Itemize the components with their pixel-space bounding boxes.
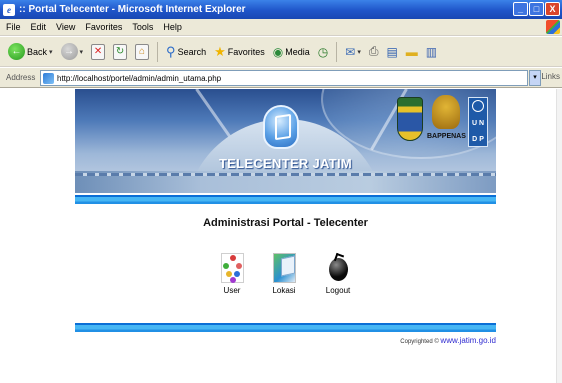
address-dropdown-button[interactable]: ▾ <box>529 70 541 86</box>
address-label: Address <box>6 73 36 82</box>
undp-letter: N <box>479 120 485 127</box>
menu-tools[interactable]: Tools <box>132 22 153 32</box>
menu-favorites[interactable]: Favorites <box>85 22 122 32</box>
chevron-down-icon: ▾ <box>79 48 84 56</box>
forward-button[interactable]: → ▾ <box>59 41 86 63</box>
toolbar-divider <box>336 41 338 62</box>
media-label: Media <box>285 46 310 57</box>
chevron-down-icon: ▾ <box>357 48 361 56</box>
favorites-label: Favorites <box>227 46 265 57</box>
favorites-button[interactable]: ★ Favorites <box>212 41 267 63</box>
printer-icon: ⎙ <box>368 44 379 58</box>
minimize-button[interactable]: _ <box>513 2 528 16</box>
forward-arrow-icon: → <box>60 43 78 60</box>
window-title: :: Portal Telecenter - Microsoft Interne… <box>19 4 246 15</box>
location-icon <box>272 253 296 283</box>
logout-menu-link[interactable]: Logout <box>320 253 356 295</box>
page-icon <box>43 72 54 84</box>
maximize-button[interactable]: □ <box>529 2 544 16</box>
window-titlebar: e :: Portal Telecenter - Microsoft Inter… <box>0 0 562 19</box>
close-button[interactable]: X <box>545 2 560 16</box>
address-input[interactable]: http://localhost/portel/admin/admin_utam… <box>40 70 528 86</box>
chevron-down-icon: ▾ <box>49 48 53 56</box>
history-button[interactable]: ◷ <box>316 41 330 63</box>
edit-button[interactable]: ▤ <box>384 41 399 63</box>
garuda-emblem-icon <box>432 95 460 129</box>
search-label: Search <box>177 46 207 57</box>
vertical-scrollbar[interactable] <box>556 89 562 383</box>
address-bar: Address http://localhost/portel/admin/ad… <box>0 68 562 88</box>
copyright-text: Copyrighted © <box>400 339 439 345</box>
bappenas-label: BAPPENAS <box>427 133 466 140</box>
research-icon: ▥ <box>425 44 438 59</box>
mail-icon: ✉ <box>345 44 356 59</box>
star-icon: ★ <box>214 43 226 59</box>
search-button[interactable]: ⚲ Search <box>164 41 208 63</box>
mail-button[interactable]: ✉ ▾ <box>343 41 363 63</box>
footer-copyright: Copyrighted © www.jatim.go.id <box>75 336 496 345</box>
building-stripe-graphic <box>75 173 496 176</box>
menu-edit[interactable]: Edit <box>31 22 47 32</box>
lokasi-menu-link[interactable]: Lokasi <box>266 253 302 295</box>
site-banner: TELECENTER JATIM BAPPENAS UN DP <box>75 89 496 193</box>
back-button[interactable]: ← Back ▾ <box>6 41 55 63</box>
address-url: http://localhost/portel/admin/admin_utam… <box>57 73 222 83</box>
un-globe-icon <box>472 100 484 112</box>
edit-page-icon: ▤ <box>386 44 398 59</box>
user-menu-link[interactable]: User <box>214 253 250 295</box>
banner-title: TELECENTER JATIM <box>218 156 353 171</box>
banner-divider <box>75 195 496 204</box>
jatim-seal-icon <box>397 97 423 141</box>
telecenter-logo-icon <box>263 105 299 149</box>
toolbar-divider <box>157 41 159 62</box>
footer-divider <box>75 323 496 332</box>
window-controls: _ □ X <box>513 2 560 16</box>
undp-letter: D <box>472 136 478 143</box>
media-icon: ◉ <box>272 44 284 59</box>
undp-letter: U <box>471 120 477 127</box>
users-tree-icon <box>220 253 244 283</box>
menu-help[interactable]: Help <box>163 22 182 32</box>
media-button[interactable]: ◉ Media <box>271 41 312 63</box>
menu-bar: File Edit View Favorites Tools Help <box>0 19 562 36</box>
undp-logo: UN DP <box>468 97 488 147</box>
windows-logo-icon <box>546 20 560 34</box>
lokasi-label: Lokasi <box>272 286 296 295</box>
menu-view[interactable]: View <box>56 22 75 32</box>
home-icon: ⌂ <box>135 43 150 60</box>
ie-logo-icon: e <box>3 3 15 16</box>
browser-toolbar: ← Back ▾ → ▾ ✕ ↻ ⌂ ⚲ Search ★ Favorites … <box>0 37 562 67</box>
refresh-icon: ↻ <box>113 43 128 60</box>
print-button[interactable]: ⎙ <box>367 41 381 63</box>
footer-link[interactable]: www.jatim.go.id <box>440 336 496 345</box>
logout-label: Logout <box>325 286 351 295</box>
stop-icon: ✕ <box>91 43 106 60</box>
search-icon: ⚲ <box>166 43 176 59</box>
home-button[interactable]: ⌂ <box>133 41 151 63</box>
back-label: Back <box>27 46 48 57</box>
messenger-button[interactable]: ▥ <box>424 41 439 63</box>
links-button[interactable]: Links <box>541 72 560 81</box>
page-title: Administrasi Portal - Telecenter <box>203 217 368 229</box>
back-arrow-icon: ← <box>8 43 25 60</box>
bomb-icon <box>326 253 350 283</box>
folder-icon: ▬ <box>405 44 418 59</box>
refresh-button[interactable]: ↻ <box>111 41 129 63</box>
history-icon: ◷ <box>317 44 329 59</box>
stop-button[interactable]: ✕ <box>89 41 107 63</box>
menu-file[interactable]: File <box>6 22 21 32</box>
undp-letter: P <box>479 136 484 143</box>
user-label: User <box>223 286 241 295</box>
folder-button[interactable]: ▬ <box>404 41 420 63</box>
